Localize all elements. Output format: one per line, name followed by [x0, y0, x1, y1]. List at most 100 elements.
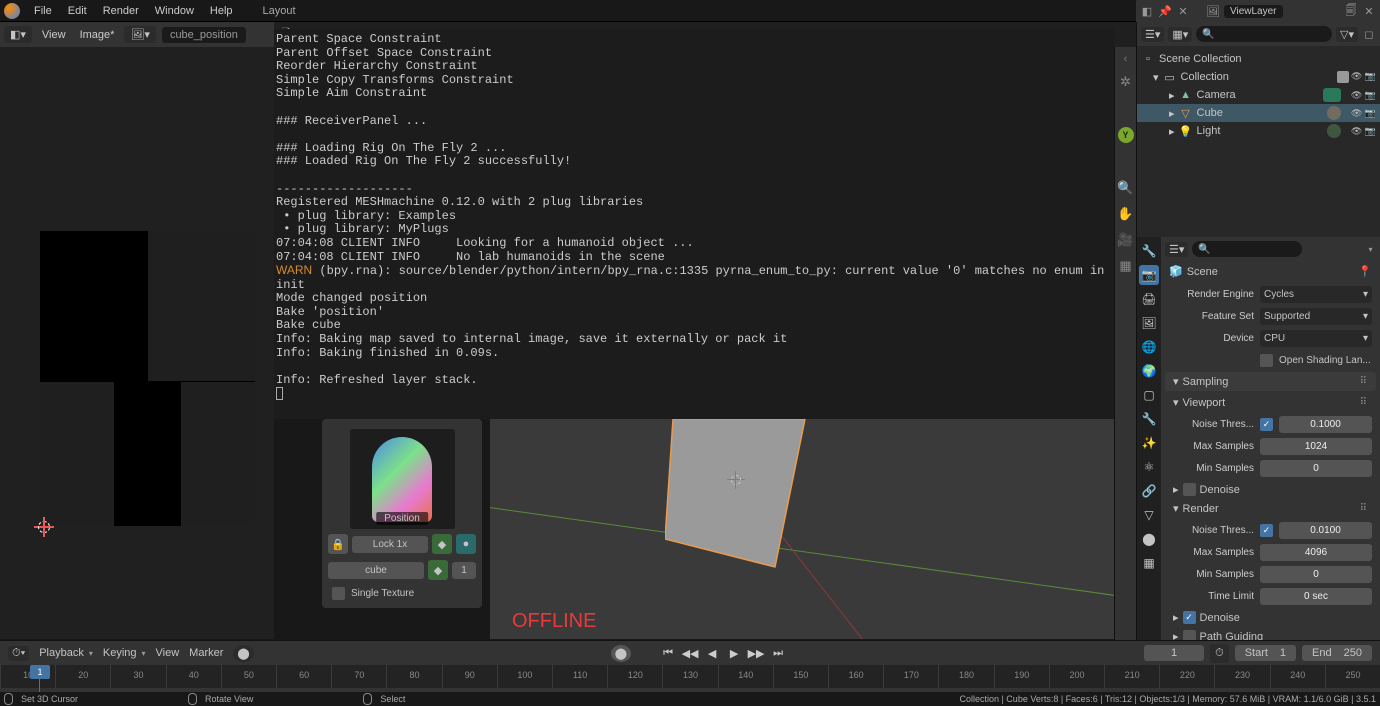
r-noise-value[interactable]: 0.0100 — [1279, 522, 1372, 539]
outliner-display-mode[interactable]: ☰▾ — [1141, 27, 1164, 42]
single-texture-checkbox[interactable] — [332, 587, 345, 600]
section-options-icon[interactable]: ⠿ — [1360, 397, 1368, 408]
vp-denoise-checkbox[interactable] — [1183, 483, 1196, 496]
feature-set-dropdown[interactable]: Supported▾ — [1260, 308, 1372, 325]
ptab-constraints[interactable]: 🔗 — [1139, 481, 1159, 501]
cube-count[interactable]: 1 — [452, 562, 476, 579]
props-editor-type[interactable]: ☰▾ — [1165, 242, 1188, 257]
ptab-physics[interactable]: ⚛ — [1139, 457, 1159, 477]
render-engine-dropdown[interactable]: Cycles▾ — [1260, 286, 1372, 303]
playback-menu[interactable]: Playback — [39, 647, 93, 659]
keying-menu[interactable]: Keying — [103, 647, 146, 659]
ptab-world[interactable]: 🌍 — [1139, 361, 1159, 381]
play-reverse-icon[interactable]: ◀ — [703, 644, 721, 662]
pin-icon[interactable]: 📍 — [1358, 265, 1372, 278]
light-data-tag[interactable] — [1327, 124, 1341, 138]
image-image-menu[interactable]: Image* — [76, 27, 119, 43]
scene-browse-icon[interactable]: ◧ — [1140, 4, 1154, 18]
chevron-left-icon[interactable]: ‹ — [1124, 53, 1128, 65]
image-editor-area[interactable] — [0, 47, 274, 639]
uv-image-canvas[interactable] — [40, 231, 255, 526]
ptab-material[interactable]: ⬤ — [1139, 529, 1159, 549]
image-view-menu[interactable]: View — [38, 27, 70, 43]
ptab-render[interactable]: 📷 — [1139, 265, 1159, 285]
time-limit-value[interactable]: 0 sec — [1260, 588, 1372, 605]
viewlayer-icon[interactable]: 🖼 — [1206, 4, 1220, 18]
cube-button[interactable]: cube — [328, 562, 424, 579]
green-cube-icon[interactable]: ◆ — [432, 534, 452, 554]
close-icon[interactable]: ✕ — [1176, 4, 1190, 18]
tree-item-light[interactable]: ▸ 💡 Light 👁 📷 — [1137, 122, 1380, 140]
ptab-tool[interactable]: 🔧 — [1139, 241, 1159, 261]
timeline-editor-type[interactable]: ⏱▾ — [8, 646, 29, 661]
ptab-output[interactable]: 🖨 — [1139, 289, 1159, 309]
image-name-field[interactable]: cube_position — [162, 27, 246, 43]
vp-max-value[interactable]: 1024 — [1260, 438, 1372, 455]
r-noise-checkbox[interactable]: ✓ — [1260, 524, 1273, 537]
teal-sphere-icon[interactable]: ● — [456, 534, 476, 554]
section-options-icon[interactable]: ⠿ — [1360, 503, 1368, 514]
playhead[interactable]: 1 — [30, 665, 50, 679]
vp-noise-checkbox[interactable]: ✓ — [1260, 418, 1273, 431]
menu-render[interactable]: Render — [95, 3, 147, 19]
viewport-3d[interactable]: OFFLINE — [490, 419, 1114, 639]
start-frame[interactable]: Start1 — [1235, 645, 1296, 661]
subsection-denoise-vp[interactable]: ▸ Denoise — [1161, 480, 1380, 499]
keyframe-prev-icon[interactable]: ◀◀ — [681, 644, 699, 662]
device-dropdown[interactable]: CPU▾ — [1260, 330, 1372, 347]
new-collection-icon[interactable]: ◻ — [1362, 27, 1376, 41]
menu-help[interactable]: Help — [202, 3, 241, 19]
marker-menu[interactable]: Marker — [189, 647, 223, 659]
current-frame[interactable]: 1 — [1144, 645, 1204, 661]
outliner-filter[interactable]: ▽▾ — [1336, 27, 1358, 42]
r-min-value[interactable]: 0 — [1260, 566, 1372, 583]
ptab-data[interactable]: ▽ — [1139, 505, 1159, 525]
keyframe-next-icon[interactable]: ▶▶ — [747, 644, 765, 662]
menu-window[interactable]: Window — [147, 3, 202, 19]
bake-thumbnail[interactable]: Position — [350, 429, 455, 529]
subsection-viewport[interactable]: ▾ Viewport⠿ — [1161, 393, 1380, 412]
jump-start-icon[interactable]: ⏮ — [659, 644, 677, 662]
timeline-view-menu[interactable]: View — [156, 647, 180, 659]
section-options-icon[interactable]: ⠿ — [1360, 376, 1368, 387]
subsection-path-guiding[interactable]: ▸ Path Guiding — [1161, 627, 1380, 640]
outliner-search[interactable]: 🔍 — [1196, 26, 1332, 42]
vp-min-value[interactable]: 0 — [1260, 460, 1372, 477]
mesh-data-tag[interactable] — [1327, 106, 1341, 120]
subsection-denoise-r[interactable]: ▸ ✓ Denoise — [1161, 608, 1380, 627]
viewlayer-name[interactable]: ViewLayer — [1224, 5, 1283, 18]
tree-item-cube[interactable]: ▸ ▽ Cube 👁 📷 — [1137, 104, 1380, 122]
play-icon[interactable]: ▶ — [725, 644, 743, 662]
lock-icon[interactable]: 🔒 — [328, 534, 348, 554]
exclude-checkbox[interactable] — [1337, 71, 1349, 83]
perspective-icon[interactable]: ▦ — [1117, 257, 1135, 275]
preview-range-icon[interactable]: ⏱ — [1210, 644, 1229, 663]
cube-mesh[interactable] — [665, 419, 815, 582]
r-denoise-checkbox[interactable]: ✓ — [1183, 611, 1196, 624]
ptab-object[interactable]: ▢ — [1139, 385, 1159, 405]
ptab-particles[interactable]: ✨ — [1139, 433, 1159, 453]
path-guiding-checkbox[interactable] — [1183, 630, 1196, 640]
pin-icon[interactable]: 📌 — [1158, 4, 1172, 18]
remove-viewlayer-icon[interactable]: ✕ — [1362, 4, 1376, 18]
lock-button[interactable]: Lock 1x — [352, 536, 428, 553]
ptab-modifiers[interactable]: 🔧 — [1139, 409, 1159, 429]
ptab-scene[interactable]: 🌐 — [1139, 337, 1159, 357]
outliner-view-icon[interactable]: ▦▾ — [1168, 27, 1192, 42]
section-sampling[interactable]: ▾ Sampling⠿ — [1165, 372, 1376, 391]
info-console[interactable]: Parent Space Constraint Parent Offset Sp… — [274, 29, 1114, 419]
gear-icon[interactable]: ✲ — [1117, 73, 1135, 91]
r-max-value[interactable]: 4096 — [1260, 544, 1372, 561]
hand-icon[interactable]: ✋ — [1117, 205, 1135, 223]
mesh-data-icon[interactable]: ◆ — [428, 560, 448, 580]
axis-gizmo-y[interactable]: Y — [1118, 127, 1134, 143]
timeline-ruler[interactable]: 1 10203040506070809010011012013014015016… — [0, 665, 1380, 688]
osl-checkbox[interactable] — [1260, 354, 1273, 367]
disclosure-icon[interactable]: ▸ — [1169, 89, 1175, 102]
vp-noise-value[interactable]: 0.1000 — [1279, 416, 1372, 433]
props-options[interactable] — [1362, 242, 1376, 256]
end-frame[interactable]: End250 — [1302, 645, 1372, 661]
ptab-viewlayer[interactable]: 🖼 — [1139, 313, 1159, 333]
workspace-tab-layout[interactable]: Layout — [253, 3, 306, 19]
disclosure-icon[interactable]: ▸ — [1169, 107, 1175, 120]
